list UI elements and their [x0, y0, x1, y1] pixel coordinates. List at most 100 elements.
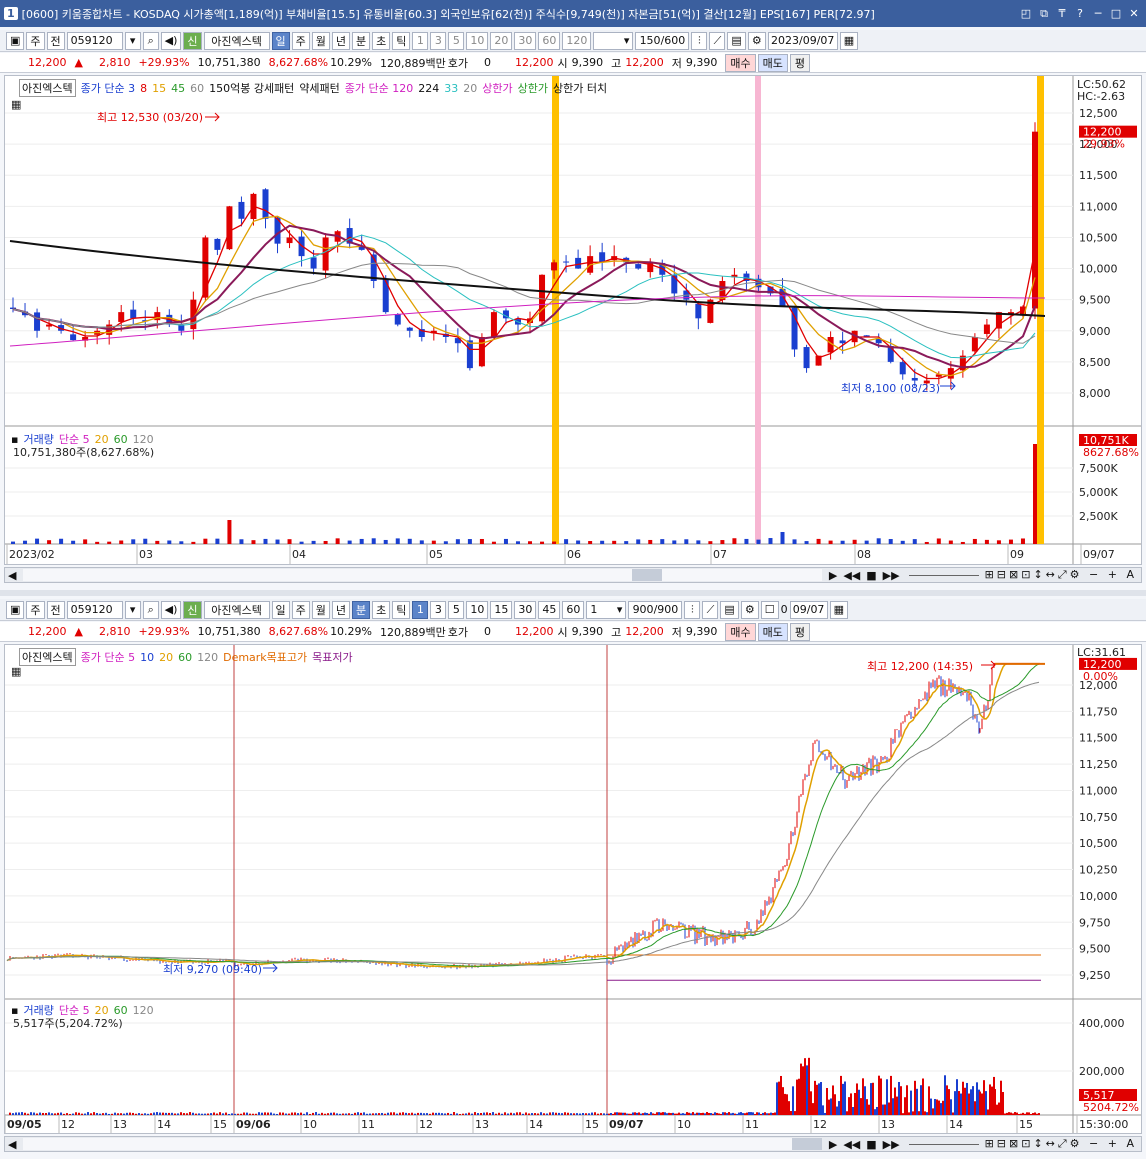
tab-month[interactable]: 월	[311, 31, 330, 50]
rewind-icon[interactable]: ◀◀	[840, 1138, 863, 1151]
draw-icon[interactable]: ⟋	[702, 600, 719, 619]
zoom-slider[interactable]	[908, 574, 979, 576]
scroll-thumb[interactable]	[631, 569, 662, 581]
chevron-down-icon[interactable]: ▾	[124, 600, 141, 619]
interval-3[interactable]: 3	[430, 600, 447, 619]
speaker-icon[interactable]: ◀)	[160, 600, 182, 619]
tab-second[interactable]: 초	[372, 600, 391, 619]
average-button[interactable]: 평	[789, 622, 810, 641]
fast-forward-icon[interactable]: ▶▶	[880, 1138, 903, 1151]
tool-icons[interactable]: ⊞⊟⊠⊡↕↔⤢⚙ − + A	[985, 568, 1141, 582]
scroll-left-icon[interactable]: ◀	[5, 569, 19, 582]
chevron-down-icon[interactable]: ▾	[124, 31, 141, 50]
save-icon[interactable]: ▤	[727, 31, 746, 50]
interval-5[interactable]: 5	[448, 31, 465, 50]
legend-stock[interactable]: 아진엑스텍	[19, 648, 76, 666]
period-type-select[interactable]: 주	[26, 31, 45, 50]
interval-5[interactable]: 5	[448, 600, 465, 619]
save-icon[interactable]: ▤	[720, 600, 739, 619]
close-icon[interactable]: ✕	[1126, 7, 1142, 20]
scroll-right-icon[interactable]: ▶	[826, 569, 840, 582]
fast-forward-icon[interactable]: ▶▶	[880, 569, 903, 582]
layout-icon[interactable]: ▣	[6, 31, 25, 50]
tab-year[interactable]: 년	[331, 600, 351, 619]
stop-icon[interactable]: ■	[863, 1138, 879, 1151]
calendar-icon[interactable]: ▦	[829, 600, 848, 619]
grid-icon[interactable]: ▦	[11, 98, 21, 111]
scroll-track[interactable]	[23, 1138, 822, 1150]
tab-day[interactable]: 일	[271, 600, 290, 619]
tab-minute[interactable]: 분	[352, 600, 371, 619]
date-input[interactable]: 09/07	[789, 600, 828, 619]
interval-60[interactable]: 60	[538, 31, 561, 50]
layout-icon[interactable]: ▣	[6, 600, 25, 619]
tab-tick[interactable]: 틱	[392, 600, 411, 619]
minute-chart-area[interactable]: 12,000 11,750 11,500 11,250 11,000 10,750 10,5…	[4, 644, 1142, 1134]
period-type-select[interactable]: 주	[26, 600, 45, 619]
tab-year[interactable]: 년	[331, 31, 351, 50]
interval-10[interactable]: 10	[466, 600, 489, 619]
interval-20[interactable]: 20	[490, 31, 513, 50]
spin-select[interactable]: ▾	[593, 31, 634, 50]
minute-scrollbar[interactable]: ◀ ▶ ◀◀ ■ ▶▶ ⊞⊟⊠⊡↕↔⤢⚙ − + A	[4, 1136, 1142, 1152]
grid-icon[interactable]: ▦	[11, 665, 21, 678]
maximize-icon[interactable]: □	[1108, 7, 1124, 20]
prev-button[interactable]: 전	[46, 31, 65, 50]
search-icon[interactable]: ⌕	[142, 600, 159, 619]
option-checkbox[interactable]: ☐	[760, 600, 779, 619]
buy-button[interactable]: 매수	[725, 53, 756, 72]
minimize-icon[interactable]: ─	[1090, 7, 1106, 20]
pin-icon[interactable]: ₸	[1054, 7, 1070, 20]
tab-month[interactable]: 월	[311, 600, 330, 619]
sell-button[interactable]: 매도	[757, 53, 788, 72]
scroll-left-icon[interactable]: ◀	[5, 1138, 19, 1151]
interval-30[interactable]: 30	[514, 600, 537, 619]
interval-60[interactable]: 60	[562, 600, 585, 619]
search-icon[interactable]: ⌕	[142, 31, 159, 50]
candle-icon[interactable]: ⫶	[691, 31, 708, 50]
prev-button[interactable]: 전	[46, 600, 65, 619]
tab-week[interactable]: 주	[291, 31, 310, 50]
help-icon[interactable]: ?	[1072, 7, 1088, 20]
zoom-slider[interactable]	[908, 1143, 979, 1145]
scroll-right-icon[interactable]: ▶	[826, 1138, 840, 1151]
draw-icon[interactable]: ⟋	[709, 31, 726, 50]
candle-icon[interactable]: ⫶	[684, 600, 701, 619]
daily-scrollbar[interactable]: ◀ ▶ ◀◀ ■ ▶▶ ⊞⊟⊠⊡↕↔⤢⚙ − + A	[4, 567, 1142, 583]
gear-icon[interactable]: ⚙	[747, 31, 766, 50]
sell-button[interactable]: 매도	[757, 622, 788, 641]
daily-chart-area[interactable]: 12,500 12,000 11,500 11,000 10,500 10,000 9,50…	[4, 75, 1142, 565]
interval-120[interactable]: 120	[562, 31, 592, 50]
interval-45[interactable]: 45	[538, 600, 561, 619]
interval-15[interactable]: 15	[490, 600, 513, 619]
restore-icon[interactable]: ◰	[1018, 7, 1034, 20]
stock-code-input[interactable]: 059120	[66, 31, 123, 50]
tab-week[interactable]: 주	[291, 600, 310, 619]
scroll-thumb[interactable]	[791, 1138, 822, 1150]
tab-second[interactable]: 초	[372, 31, 391, 50]
interval-10[interactable]: 10	[466, 31, 489, 50]
interval-30[interactable]: 30	[514, 31, 537, 50]
tab-day[interactable]: 일	[271, 31, 290, 50]
interval-1[interactable]: 1	[412, 600, 429, 619]
tile-icon[interactable]: ⧉	[1036, 7, 1052, 21]
interval-1[interactable]: 1	[412, 31, 429, 50]
stock-code-input[interactable]: 059120	[66, 600, 123, 619]
tab-tick[interactable]: 틱	[392, 31, 411, 50]
tab-minute[interactable]: 분	[352, 31, 371, 50]
count-input[interactable]: 900/900	[628, 600, 683, 619]
count-input[interactable]: 150/600	[635, 31, 690, 50]
stop-icon[interactable]: ■	[863, 569, 879, 582]
legend-stock[interactable]: 아진엑스텍	[19, 79, 76, 97]
rewind-icon[interactable]: ◀◀	[840, 569, 863, 582]
date-input[interactable]: 2023/09/07	[767, 31, 838, 50]
scroll-track[interactable]	[23, 569, 822, 581]
average-button[interactable]: 평	[789, 53, 810, 72]
buy-button[interactable]: 매수	[725, 622, 756, 641]
calendar-icon[interactable]: ▦	[839, 31, 859, 50]
tool-icons[interactable]: ⊞⊟⊠⊡↕↔⤢⚙ − + A	[985, 1137, 1141, 1151]
gear-icon[interactable]: ⚙	[740, 600, 759, 619]
interval-3[interactable]: 3	[430, 31, 447, 50]
speaker-icon[interactable]: ◀)	[160, 31, 182, 50]
spin-select[interactable]: 1 ▾	[586, 600, 627, 619]
